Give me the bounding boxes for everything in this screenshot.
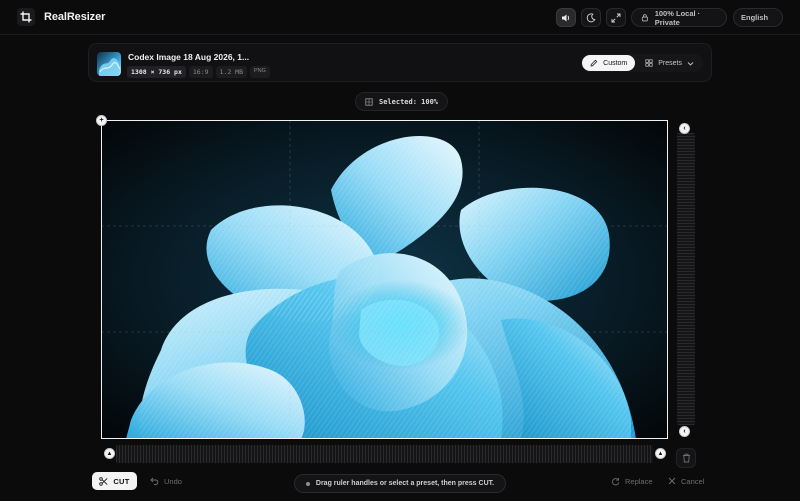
presets-dropdown[interactable]: Presets bbox=[637, 55, 702, 71]
file-format: PNG bbox=[250, 66, 270, 78]
custom-mode-label: Custom bbox=[603, 59, 628, 67]
scissors-icon bbox=[99, 476, 108, 486]
lock-icon bbox=[641, 14, 648, 22]
app-name: RealResizer bbox=[44, 11, 106, 23]
grid-icon bbox=[645, 59, 653, 67]
frame-icon bbox=[365, 97, 373, 106]
file-thumbnail[interactable] bbox=[97, 52, 121, 76]
expand-icon bbox=[611, 13, 621, 22]
reset-button[interactable] bbox=[676, 448, 696, 468]
fullscreen-button[interactable] bbox=[606, 8, 626, 27]
vertical-ruler-top-handle[interactable]: ‹ bbox=[679, 123, 690, 134]
image-canvas[interactable] bbox=[101, 120, 668, 439]
file-meta: 1308 × 736 px 16:9 1.2 MB PNG bbox=[127, 66, 270, 78]
horizontal-ruler-right-handle[interactable]: ▲ bbox=[655, 448, 666, 459]
cut-button[interactable]: CUT bbox=[92, 472, 137, 490]
brand[interactable]: RealResizer bbox=[17, 8, 105, 26]
close-icon bbox=[668, 477, 676, 485]
chevron-up-icon: ▲ bbox=[106, 450, 113, 457]
undo-button[interactable]: Undo bbox=[146, 472, 186, 490]
language-label: English bbox=[741, 13, 769, 22]
vertical-ruler-bottom-handle[interactable]: ‹ bbox=[679, 426, 690, 437]
sound-toggle-button[interactable] bbox=[556, 8, 576, 27]
cancel-label: Cancel bbox=[681, 476, 705, 486]
trash-icon bbox=[682, 453, 690, 463]
crop-logo-icon bbox=[17, 8, 35, 26]
language-select[interactable]: English bbox=[733, 8, 783, 27]
replace-label: Replace bbox=[625, 476, 653, 486]
crop-corner-handle[interactable]: + bbox=[96, 115, 107, 126]
vertical-ruler[interactable] bbox=[677, 133, 695, 425]
privacy-badge: 100% Local · Private bbox=[631, 8, 727, 27]
refresh-icon bbox=[612, 477, 620, 485]
chevron-down-icon bbox=[687, 61, 694, 66]
file-aspect: 16:9 bbox=[188, 66, 213, 78]
status-dot bbox=[305, 481, 310, 486]
artwork-image bbox=[101, 120, 668, 439]
file-card: Codex Image 18 Aug 2026, 1... 1308 × 736… bbox=[88, 43, 712, 82]
chevron-left-icon: ‹ bbox=[683, 428, 686, 435]
mode-switch: Custom Presets bbox=[581, 54, 703, 72]
sound-icon bbox=[562, 14, 570, 21]
cancel-button[interactable]: Cancel bbox=[668, 472, 704, 490]
cut-label: CUT bbox=[113, 476, 130, 486]
top-bar: RealResizer 100% Local · Private English bbox=[0, 0, 800, 35]
file-name: Codex Image 18 Aug 2026, 1... bbox=[128, 52, 250, 62]
selection-label: Selected: 100% bbox=[379, 97, 439, 106]
chevron-down-icon bbox=[774, 17, 775, 18]
undo-icon bbox=[150, 477, 159, 485]
hint-text: Drag ruler handles or select a preset, t… bbox=[315, 480, 495, 487]
pencil-icon bbox=[590, 59, 598, 67]
custom-mode-button[interactable]: Custom bbox=[582, 55, 636, 71]
horizontal-ruler-left-handle[interactable]: ▲ bbox=[104, 448, 115, 459]
chevron-up-icon: ▲ bbox=[657, 450, 664, 457]
replace-button[interactable]: Replace bbox=[611, 472, 653, 490]
presets-label: Presets bbox=[658, 59, 682, 67]
file-dimensions: 1308 × 736 px bbox=[127, 66, 186, 78]
selection-indicator: Selected: 100% bbox=[355, 92, 449, 111]
chevron-left-icon: ‹ bbox=[683, 125, 686, 132]
moon-icon bbox=[586, 12, 596, 22]
undo-label: Undo bbox=[164, 476, 182, 486]
file-size: 1.2 MB bbox=[215, 66, 248, 78]
plus-icon: + bbox=[99, 117, 104, 124]
hint-bar: Drag ruler handles or select a preset, t… bbox=[294, 474, 506, 493]
horizontal-ruler[interactable] bbox=[116, 445, 653, 463]
privacy-label: 100% Local · Private bbox=[654, 8, 701, 27]
theme-toggle-button[interactable] bbox=[581, 8, 601, 27]
